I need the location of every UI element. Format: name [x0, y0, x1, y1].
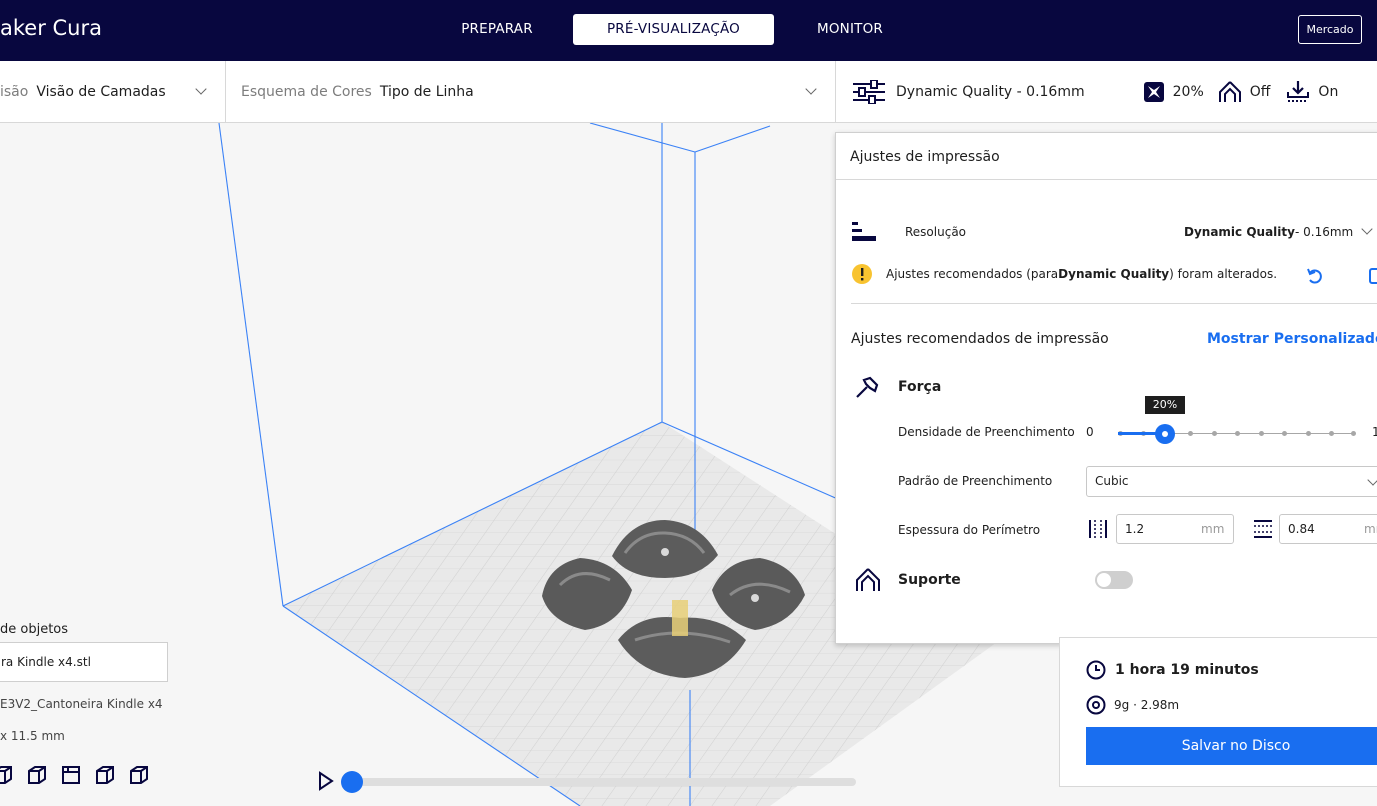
sliders-icon: [853, 80, 885, 104]
resolution-value-profile: Dynamic Quality: [1184, 225, 1295, 239]
view-type-select[interactable]: isão Visão de Camadas: [0, 61, 225, 123]
infill-pattern-select[interactable]: Cubic: [1086, 466, 1377, 497]
infill-min-label: 0: [1086, 425, 1094, 439]
infill-slider-handle[interactable]: [1155, 424, 1175, 444]
slider-tick: [1235, 431, 1240, 436]
support-icon: [1218, 81, 1241, 102]
divider: [835, 61, 836, 123]
collapse-icon[interactable]: [1368, 267, 1377, 285]
tab-pre-visualizacao[interactable]: PRÉ-VISUALIZAÇÃO: [573, 14, 774, 45]
print-time: 1 hora 19 minutos: [1115, 662, 1259, 678]
warning-text-profile: Dynamic Quality: [1058, 267, 1170, 281]
slider-tick: [1259, 431, 1264, 436]
chevron-down-icon: [195, 83, 207, 95]
reset-icon[interactable]: [1306, 267, 1324, 285]
adhesion-value: On: [1318, 84, 1339, 100]
warning-icon: [852, 264, 872, 284]
recommended-title: Ajustes recomendados de impressão: [851, 331, 1109, 347]
save-to-disk-button[interactable]: Salvar no Disco: [1086, 727, 1377, 765]
resolution-icon: [852, 222, 876, 241]
resolution-select[interactable]: Dynamic Quality - 0.16mm: [1184, 223, 1373, 239]
infill-value: 20%: [1172, 84, 1204, 100]
filament-spool-icon: [1086, 695, 1106, 715]
adhesion-icon: [1287, 81, 1310, 102]
slider-tick: [1212, 431, 1217, 436]
slider-tick: [1282, 431, 1287, 436]
slider-tick: [1329, 431, 1334, 436]
resolution-value-height: - 0.16mm: [1294, 225, 1354, 239]
view-type-label: isão: [0, 84, 29, 100]
profile-value: Dynamic Quality - 0.16mm: [896, 84, 1085, 100]
support-label: Suporte: [898, 572, 961, 588]
view-top-icon[interactable]: [60, 764, 82, 786]
strength-label: Força: [898, 379, 942, 395]
color-scheme-label: Esquema de Cores: [241, 84, 372, 100]
support-value: Off: [1249, 84, 1271, 100]
view-3d-icon[interactable]: [0, 764, 14, 786]
support-icon: [856, 568, 880, 591]
view-type-value: Visão de Camadas: [36, 84, 166, 100]
tab-monitor[interactable]: MONITOR: [805, 14, 895, 45]
warning-text-suffix: ) foram alterados.: [1169, 267, 1278, 281]
resolution-label: Resolução: [905, 225, 967, 239]
wall-thickness-input[interactable]: 1.2 mm: [1116, 514, 1234, 544]
wall-thickness-unit: mm: [1201, 522, 1225, 536]
print-setup-selector[interactable]: Dynamic Quality - 0.16mm 20% Off On: [852, 61, 1377, 123]
infill-max-label: 1: [1372, 425, 1377, 439]
view-right-icon[interactable]: [128, 764, 150, 786]
warning-text-prefix: Ajustes recomendados (para: [886, 267, 1059, 281]
app-title: aker Cura: [0, 16, 102, 40]
layer-slider-track[interactable]: [350, 778, 856, 786]
infill-density-label: Densidade de Preenchimento: [898, 425, 1075, 439]
slider-tick: [1188, 431, 1193, 436]
camera-view-buttons: [0, 764, 150, 786]
wall-thickness-icon: [1089, 520, 1107, 538]
top-bottom-thickness-input[interactable]: 0.84 mm: [1279, 514, 1377, 544]
top-bottom-thickness-unit: mm: [1364, 522, 1377, 536]
play-icon[interactable]: [318, 771, 334, 791]
tab-preparar[interactable]: PREPARAR: [433, 14, 561, 45]
material-estimate: 9g · 2.98m: [1114, 698, 1180, 712]
color-scheme-value: Tipo de Linha: [379, 84, 474, 100]
infill-density-slider[interactable]: 20%: [1118, 396, 1356, 444]
top-bottom-thickness-value: 0.84: [1288, 522, 1315, 536]
show-custom-link[interactable]: Mostrar Personalizado: [1207, 331, 1377, 347]
object-dimensions: x 11.5 mm: [0, 729, 65, 743]
job-name[interactable]: E3V2_Cantoneira Kindle x4: [0, 697, 163, 711]
wall-thickness-value: 1.2: [1125, 522, 1145, 536]
infill-pattern-value: Cubic: [1095, 474, 1129, 488]
top-bottom-thickness-icon: [1254, 520, 1272, 538]
chevron-down-icon: [1361, 223, 1373, 235]
wall-thickness-label: Espessura do Perímetro: [898, 523, 1041, 537]
chevron-down-icon: [805, 83, 817, 95]
print-settings-panel: Ajustes de impressão Resolução Dynamic Q…: [835, 132, 1377, 644]
top-bar: aker Cura PREPARAR PRÉ-VISUALIZAÇÃO MONI…: [0, 0, 1377, 61]
clock-icon: [1086, 660, 1106, 680]
print-settings-title: Ajustes de impressão: [836, 133, 1377, 180]
support-toggle[interactable]: [1095, 571, 1133, 589]
layer-slider-handle[interactable]: [341, 771, 363, 793]
divider: [851, 303, 1377, 304]
object-list-item[interactable]: ra Kindle x4.stl: [0, 642, 168, 682]
infill-pattern-label: Padrão de Preenchimento: [898, 474, 1053, 488]
chevron-down-icon: [1367, 474, 1377, 486]
slider-tick: [1306, 431, 1311, 436]
divider: [225, 61, 226, 123]
view-front-icon[interactable]: [26, 764, 48, 786]
view-toolbar: isão Visão de Camadas Esquema de Cores T…: [0, 61, 1377, 123]
color-scheme-select[interactable]: Esquema de Cores Tipo de Linha: [241, 61, 833, 123]
marketplace-button[interactable]: Mercado: [1298, 15, 1362, 44]
view-left-icon[interactable]: [94, 764, 116, 786]
hammer-icon: [856, 376, 879, 398]
slider-tick: [1351, 431, 1356, 436]
infill-tooltip: 20%: [1145, 396, 1185, 414]
infill-icon: [1143, 82, 1164, 102]
object-list-title: de objetos: [0, 622, 69, 637]
support-toggle-knob: [1097, 573, 1111, 587]
print-result-panel: 1 hora 19 minutos 9g · 2.98m Salvar no D…: [1059, 637, 1377, 787]
